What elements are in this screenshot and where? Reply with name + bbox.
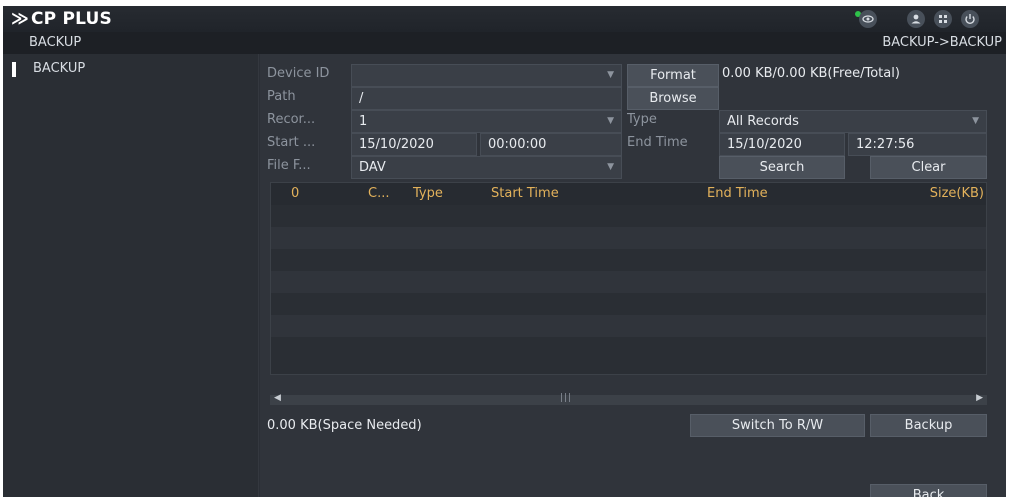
sidebar-item-backup[interactable]: BACKUP <box>3 60 259 80</box>
back-button[interactable]: Back <box>870 484 987 497</box>
file-format-label: File F... <box>267 158 311 173</box>
column-start-time: Start Time <box>491 186 559 201</box>
table-row[interactable] <box>271 205 986 227</box>
record-channel-select[interactable]: 1 ▼ <box>351 110 622 133</box>
storage-info: 0.00 KB/0.00 KB(Free/Total) <box>722 66 900 81</box>
column-type: Type <box>413 186 443 201</box>
end-time-field[interactable]: 12:27:56 <box>848 133 987 156</box>
table-row[interactable] <box>271 227 986 249</box>
breadcrumb-bar: BACKUP BACKUP->BACKUP <box>3 32 1006 54</box>
logo-mark: ≫ <box>11 9 29 29</box>
chevron-down-icon: ▼ <box>607 70 614 80</box>
live-view-icon[interactable] <box>859 10 877 28</box>
start-date-field[interactable]: 15/10/2020 <box>351 133 477 156</box>
start-time-label: Start ... <box>267 135 316 150</box>
backup-panel: Device ID ▼ Format 0.00 KB/0.00 KB(Free/… <box>260 54 1006 497</box>
active-marker <box>12 62 16 77</box>
sidebar-item-label: BACKUP <box>33 61 86 76</box>
start-time-field[interactable]: 00:00:00 <box>480 133 622 156</box>
table-row[interactable] <box>271 271 986 293</box>
power-icon[interactable] <box>961 10 979 28</box>
record-type-select[interactable]: All Records ▼ <box>719 110 987 133</box>
select-all-column[interactable]: 0 <box>291 186 299 201</box>
file-format-value: DAV <box>359 160 386 175</box>
device-id-label: Device ID <box>267 66 330 81</box>
browse-button[interactable]: Browse <box>627 87 719 110</box>
backup-button[interactable]: Backup <box>870 414 987 437</box>
scroll-left-icon[interactable]: ◀ <box>274 393 281 403</box>
switch-rw-button[interactable]: Switch To R/W <box>690 414 865 437</box>
breadcrumb: BACKUP->BACKUP <box>882 35 1002 50</box>
record-table: 0 C... Type Start Time End Time Size(KB) <box>270 182 987 375</box>
type-label: Type <box>627 112 657 127</box>
table-row[interactable] <box>271 315 986 337</box>
table-row[interactable] <box>271 293 986 315</box>
file-format-select[interactable]: DAV ▼ <box>351 156 622 179</box>
table-header: 0 C... Type Start Time End Time Size(KB) <box>271 183 986 205</box>
brand-logo: ≫ CP PLUS <box>11 9 112 29</box>
sidebar: BACKUP <box>3 54 259 497</box>
column-size: Size(KB) <box>929 186 984 201</box>
column-channel: C... <box>368 186 390 201</box>
chevron-down-icon: ▼ <box>607 162 614 172</box>
scroll-right-icon[interactable]: ▶ <box>976 393 983 403</box>
table-row[interactable] <box>271 249 986 271</box>
format-button[interactable]: Format <box>627 64 719 87</box>
search-button[interactable]: Search <box>719 156 845 179</box>
horizontal-scrollbar[interactable]: ◀ ||| ▶ <box>270 393 987 405</box>
user-icon[interactable] <box>907 10 925 28</box>
grid-menu-icon[interactable] <box>934 10 952 28</box>
record-type-value: All Records <box>727 114 799 129</box>
column-end-time: End Time <box>707 186 768 201</box>
path-label: Path <box>267 89 296 104</box>
chevron-down-icon: ▼ <box>972 116 979 126</box>
record-channel-value: 1 <box>359 114 368 129</box>
chevron-down-icon: ▼ <box>607 116 614 126</box>
top-bar: ≫ CP PLUS <box>3 6 1006 32</box>
scroll-thumb-icon[interactable]: ||| <box>560 393 572 403</box>
path-field[interactable]: / <box>351 87 622 110</box>
end-time-label: End Time <box>627 135 688 150</box>
end-date-field[interactable]: 15/10/2020 <box>719 133 845 156</box>
record-channel-label: Recor... <box>267 112 316 127</box>
device-id-select[interactable]: ▼ <box>351 64 622 87</box>
logo-text: CP PLUS <box>31 9 112 29</box>
clear-button[interactable]: Clear <box>870 156 987 179</box>
page-title: BACKUP <box>29 35 82 50</box>
table-row[interactable] <box>271 337 986 359</box>
space-needed-text: 0.00 KB(Space Needed) <box>267 418 422 433</box>
backup-screen: ≫ CP PLUS BACKUP BACKUP->BACKUP BACKUP De… <box>3 6 1006 497</box>
